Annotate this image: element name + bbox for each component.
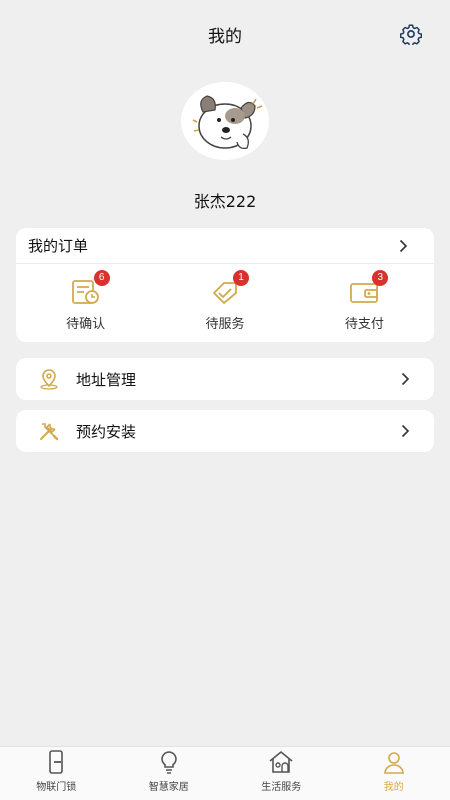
house-icon <box>269 750 293 773</box>
tools-icon <box>40 423 59 441</box>
badge-count: 6 <box>93 269 110 286</box>
order-item-label: 待服务 <box>205 316 245 332</box>
address-management-label: 地址管理 <box>76 370 137 389</box>
badge-count: 3 <box>372 269 389 286</box>
installation-appointment-label: 预约安装 <box>76 422 137 441</box>
profile-section: 张杰222 <box>0 82 450 212</box>
tab-mine[interactable]: 我的 <box>338 747 450 800</box>
my-orders-title: 我的订单 <box>28 237 89 255</box>
tab-door-lock[interactable]: 物联门锁 <box>0 747 113 800</box>
chevron-right-icon <box>401 372 410 386</box>
door-lock-icon <box>49 750 64 774</box>
username: 张杰222 <box>193 192 257 211</box>
user-icon <box>383 752 404 774</box>
order-pending-payment[interactable]: 3 待支付 <box>295 264 434 342</box>
avatar[interactable] <box>181 82 269 160</box>
order-item-label: 待支付 <box>344 316 384 332</box>
lightbulb-icon <box>161 751 177 774</box>
order-pending-service[interactable]: 1 待服务 <box>155 264 294 342</box>
chevron-right-icon <box>399 239 408 252</box>
tab-label: 物联门锁 <box>36 782 77 793</box>
tab-label: 生活服务 <box>261 782 302 793</box>
tab-label: 智慧家居 <box>148 782 189 793</box>
address-management-card[interactable]: 地址管理 <box>16 358 434 400</box>
top-bar: 我的 <box>0 0 450 68</box>
bottom-tab-bar: 物联门锁 智慧家居 生活服务 我的 <box>0 746 450 800</box>
my-orders-card: 我的订单 6 待确认 1 待服务 3 待支付 <box>16 228 434 342</box>
page-title: 我的 <box>208 26 242 47</box>
installation-appointment-card[interactable]: 预约安装 <box>16 410 434 452</box>
order-item-label: 待确认 <box>66 316 106 332</box>
badge-count: 1 <box>232 269 249 286</box>
tab-label: 我的 <box>383 782 404 793</box>
gear-icon[interactable] <box>400 23 422 45</box>
tab-smart-home[interactable]: 智慧家居 <box>113 747 226 800</box>
cartoon-dog-avatar <box>192 95 263 150</box>
chevron-right-icon <box>401 424 410 438</box>
location-pin-icon <box>40 369 58 390</box>
tab-life-services[interactable]: 生活服务 <box>225 747 338 800</box>
my-orders-header[interactable]: 我的订单 <box>16 228 434 264</box>
order-pending-confirm[interactable]: 6 待确认 <box>16 264 155 342</box>
